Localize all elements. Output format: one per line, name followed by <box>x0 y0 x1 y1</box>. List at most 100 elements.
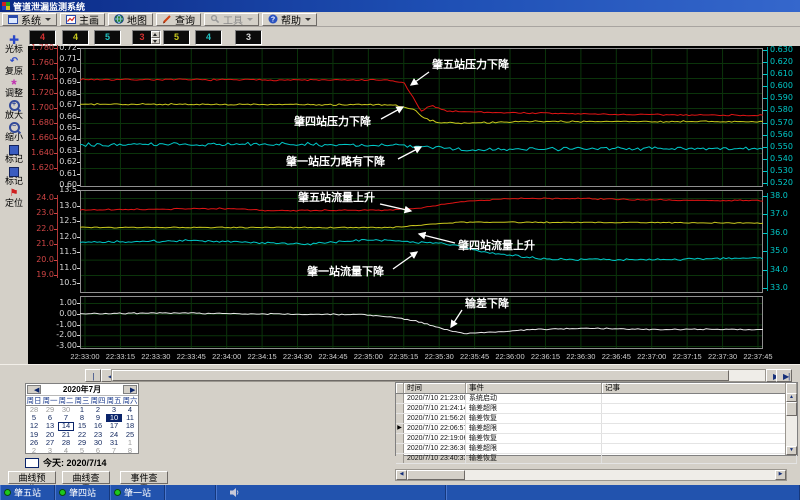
tool-mark-2[interactable]: 标记 <box>1 164 27 186</box>
row-marker <box>396 444 404 453</box>
dropdown-arrow-icon <box>247 18 253 21</box>
time-axis-label: 22:35:00 <box>354 353 383 361</box>
calendar-day[interactable]: 8 <box>122 447 138 455</box>
menu-system[interactable]: 系统 <box>2 13 57 26</box>
axis-tick-label: 0.70 <box>59 67 77 75</box>
curve-preview-button[interactable]: 曲线预览 <box>8 471 56 484</box>
event-row[interactable]: 2020/7/10 22:36:30输差超限 <box>396 444 797 454</box>
axis-tick <box>77 94 80 95</box>
axis-tick-label: 0.69 <box>59 78 77 86</box>
zoom-in-icon: + <box>9 100 20 111</box>
calendar-day[interactable]: 5 <box>74 447 90 455</box>
time-axis-label: 22:36:45 <box>602 353 631 361</box>
event-cell <box>602 404 797 413</box>
calendar-day[interactable]: 4 <box>58 447 74 455</box>
axis-tick-label: 1.740 <box>31 74 54 82</box>
title-bar: 管道泄漏监测系统 <box>0 0 800 12</box>
axis-tick <box>77 221 80 222</box>
axis-tick-label: 11.5 <box>59 248 77 256</box>
calendar-day[interactable]: 7 <box>106 447 122 455</box>
event-row[interactable]: 2020/7/10 21:24:14输差超限 <box>396 404 797 414</box>
time-axis-label: 22:33:30 <box>141 353 170 361</box>
tool-zoom-in[interactable]: + 放大 <box>1 98 27 120</box>
axis-tick <box>77 151 80 152</box>
tool-adjust[interactable]: * 调整 <box>1 76 27 98</box>
event-row[interactable]: 2020/7/10 22:19:06输差恢复 <box>396 434 797 444</box>
calendar-title: 2020年7月 <box>63 384 101 395</box>
status-tab-zhao1[interactable]: 肇一站 <box>110 485 165 500</box>
column-header-event[interactable]: 事件 <box>466 383 602 393</box>
event-table-vscrollbar[interactable]: ▲ ▼ <box>785 393 797 455</box>
status-section-empty <box>165 485 216 500</box>
status-tab-zhao4[interactable]: 肇四站 <box>55 485 110 500</box>
tool-cursor[interactable]: ✚ 光标 <box>1 32 27 54</box>
event-row[interactable]: 2020/7/10 23:40:33输差恢复 <box>396 454 797 464</box>
timeline-scrollbar[interactable] <box>111 369 766 382</box>
menu-help[interactable]: ? 帮助 <box>262 13 317 26</box>
event-table-hscrollbar[interactable]: ◀ ▶ <box>395 469 787 481</box>
event-row[interactable]: ▶2020/7/10 22:06:57输差超限 <box>396 424 797 434</box>
status-bar: 肇五站 肇四站 肇一站 <box>0 485 800 500</box>
time-axis-label: 22:37:30 <box>708 353 737 361</box>
scroll-left-button[interactable]: ◀ <box>396 470 407 480</box>
tool-locate[interactable]: ⚑ 定位 <box>1 186 27 208</box>
tool-zoom-out[interactable]: − 缩小 <box>1 120 27 142</box>
calendar-day[interactable]: 3 <box>42 447 58 455</box>
tool-mark-1[interactable]: 标记 <box>1 142 27 164</box>
axis-tick <box>77 71 80 72</box>
scroll-down-button[interactable]: ▼ <box>786 446 797 455</box>
calendar-prev-button[interactable]: ◀ <box>27 385 41 394</box>
calendar-day-header: 周四 <box>90 396 106 405</box>
axis-tick-label: 36.0 <box>770 229 788 237</box>
nav-last-button[interactable]: ▶| <box>776 369 792 382</box>
axis-tick-label: 1.780 <box>31 44 54 52</box>
hscroll-thumb[interactable] <box>407 470 465 480</box>
event-row[interactable]: 2020/7/10 21:23:00系统启动 <box>396 394 797 404</box>
status-section-empty <box>446 485 800 500</box>
menu-tools[interactable]: 工具 <box>204 13 259 26</box>
spin-down-icon[interactable] <box>151 38 160 45</box>
menu-main-screen[interactable]: 主画 <box>60 13 105 26</box>
calendar-day-header: 周六 <box>122 396 138 405</box>
row-marker <box>396 434 404 443</box>
calendar-next-button[interactable]: ▶ <box>123 385 137 394</box>
status-tab-zhao5[interactable]: 肇五站 <box>0 485 55 500</box>
vscroll-thumb[interactable] <box>786 402 797 416</box>
curve-view-button[interactable]: 曲线查看 <box>62 471 110 484</box>
spinner-buttons[interactable] <box>151 31 160 44</box>
nav-first-button[interactable]: |◀ <box>85 369 101 382</box>
event-view-button[interactable]: 事件查看 <box>120 471 168 484</box>
calendar-day[interactable]: 6 <box>90 447 106 455</box>
chart-1-plot: 肇五站流量上升肇四站流量上升肇一站流量下降 <box>80 190 763 293</box>
axis-tick-label: 0.71 <box>59 55 77 63</box>
axis-tick-label: 1.660 <box>31 134 54 142</box>
axis-tick-label: 1.700 <box>31 104 54 112</box>
scroll-right-button[interactable]: ▶ <box>775 470 786 480</box>
calendar-grid: 2829301234567891011121314151617181920212… <box>26 406 138 455</box>
axis-tick <box>77 185 80 186</box>
scroll-up-button[interactable]: ▲ <box>786 393 797 402</box>
menu-query[interactable]: 查询 <box>156 13 201 26</box>
axis-tick <box>77 335 80 336</box>
menu-map[interactable]: 地图 <box>108 13 153 26</box>
channel-count-spinner[interactable]: 3 <box>132 30 161 45</box>
event-cell: 2020/7/10 23:40:33 <box>404 454 466 463</box>
tool-restore[interactable]: ↶ 复原 <box>1 54 27 76</box>
event-row[interactable]: 2020/7/10 21:56:20输差恢复 <box>396 414 797 424</box>
calendar-today-row[interactable]: 今天: 2020/7/14 <box>25 456 107 469</box>
event-cell <box>602 424 797 433</box>
axis-tick-label: -2.00 <box>56 331 77 339</box>
speaker-icon[interactable] <box>230 488 239 497</box>
column-header-time[interactable]: 时间 <box>404 383 466 393</box>
axis-tick-label: 0.64 <box>59 135 77 143</box>
calendar-day[interactable]: 2 <box>26 447 42 455</box>
event-cell: 2020/7/10 22:06:57 <box>404 424 466 433</box>
axis-tick <box>77 283 80 284</box>
axis-tick-label: 21.0 <box>36 240 54 248</box>
timeline-scrollbar-thumb[interactable] <box>112 370 729 381</box>
event-cell: 输差超限 <box>466 444 602 453</box>
right-axis-line <box>767 193 768 291</box>
axis-tick-label: 34.0 <box>770 266 788 274</box>
axis-tick-label: 0.600 <box>770 82 793 90</box>
column-header-note[interactable]: 记事 <box>602 383 786 393</box>
